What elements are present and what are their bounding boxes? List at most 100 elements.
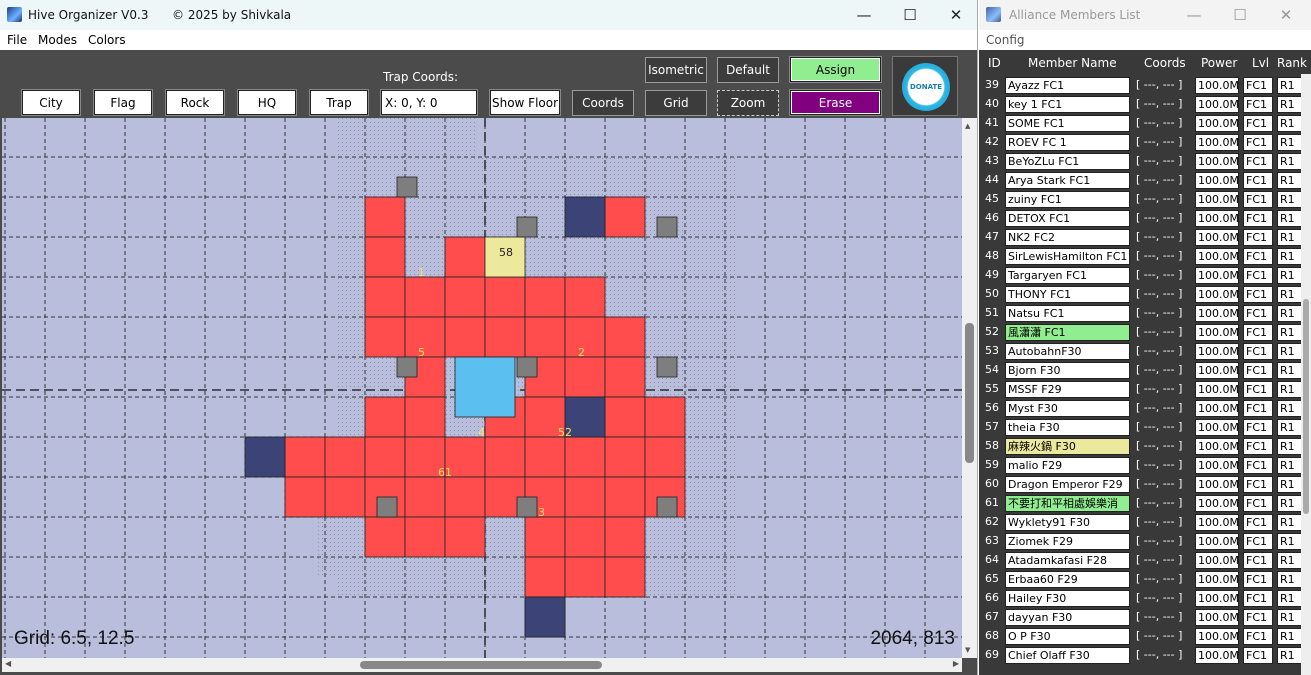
member-coords-field[interactable]: [ ---, --- ] — [1134, 533, 1191, 550]
member-coords-field[interactable]: [ ---, --- ] — [1134, 191, 1191, 208]
city-tile[interactable] — [404, 276, 446, 318]
member-power-field[interactable]: 100.0M — [1195, 324, 1239, 341]
member-level-field[interactable]: FC1 — [1243, 248, 1273, 265]
member-coords-field[interactable]: [ ---, --- ] — [1134, 343, 1191, 360]
grid-toggle[interactable]: Grid — [645, 90, 707, 116]
city-tile[interactable] — [524, 276, 566, 318]
member-power-field[interactable]: 100.0M — [1195, 172, 1239, 189]
member-rank-field[interactable]: R1 — [1277, 210, 1302, 227]
member-rank-field[interactable]: R1 — [1277, 419, 1302, 436]
member-level-field[interactable]: FC1 — [1243, 495, 1273, 512]
member-level-field[interactable]: FC1 — [1243, 229, 1273, 246]
zoom-toggle[interactable]: Zoom — [717, 90, 779, 116]
city-tile[interactable] — [444, 516, 486, 558]
city-tile[interactable] — [524, 316, 566, 358]
member-level-field[interactable]: FC1 — [1243, 115, 1273, 132]
member-rank-field[interactable]: R1 — [1277, 609, 1302, 626]
member-level-field[interactable]: FC1 — [1243, 457, 1273, 474]
member-power-field[interactable]: 100.0M — [1195, 305, 1239, 322]
member-level-field[interactable]: FC1 — [1243, 286, 1273, 303]
member-power-field[interactable]: 100.0M — [1195, 362, 1239, 379]
member-name-field[interactable]: NK2 FC2 — [1005, 229, 1130, 246]
member-row[interactable]: 60 Dragon Emperor F29[ ---, --- ] 100.0M FC… — [979, 475, 1302, 494]
member-rank-field[interactable]: R1 — [1277, 590, 1302, 607]
trap-button[interactable]: Trap — [310, 90, 368, 115]
vertical-scroll-thumb[interactable] — [965, 323, 974, 463]
member-row[interactable]: 43 BeYoZLu FC1[ ---, --- ] 100.0M FC1 R1 — [979, 152, 1302, 171]
city-tile[interactable] — [284, 436, 326, 478]
member-level-field[interactable]: FC1 — [1243, 476, 1273, 493]
flag-tile[interactable] — [656, 496, 678, 518]
member-power-field[interactable]: 100.0M — [1195, 533, 1239, 550]
rock-tile[interactable] — [564, 196, 606, 238]
member-power-field[interactable]: 100.0M — [1195, 267, 1239, 284]
member-row[interactable]: 61 不要打和平相處娛樂消[ ---, --- ] 100.0M FC1 R1 — [979, 494, 1302, 513]
member-name-field[interactable]: theia F30 — [1005, 419, 1130, 436]
member-level-field[interactable]: FC1 — [1243, 210, 1273, 227]
member-rank-field[interactable]: R1 — [1277, 438, 1302, 455]
member-name-field[interactable]: Bjorn F30 — [1005, 362, 1130, 379]
minimize-button[interactable]: — — [841, 0, 887, 30]
city-tile[interactable] — [644, 396, 686, 438]
rock-tile[interactable] — [244, 436, 286, 478]
member-power-field[interactable]: 100.0M — [1195, 647, 1239, 664]
member-name-field[interactable]: Erbaa60 F29 — [1005, 571, 1130, 588]
member-rank-field[interactable]: R1 — [1277, 571, 1302, 588]
member-coords-field[interactable]: [ ---, --- ] — [1134, 96, 1191, 113]
member-level-field[interactable]: FC1 — [1243, 552, 1273, 569]
member-name-field[interactable]: AutobahnF30 — [1005, 343, 1130, 360]
member-power-field[interactable]: 100.0M — [1195, 514, 1239, 531]
member-coords-field[interactable]: [ ---, --- ] — [1134, 77, 1191, 94]
city-button[interactable]: City — [22, 90, 80, 115]
hive-map[interactable]: 1585 24 52613 — [2, 118, 962, 658]
member-row[interactable]: 53 AutobahnF30[ ---, --- ] 100.0M FC1 R1 — [979, 342, 1302, 361]
show-floor-button[interactable]: Show Floor — [490, 90, 560, 115]
member-rank-field[interactable]: R1 — [1277, 400, 1302, 417]
member-name-field[interactable]: SOME FC1 — [1005, 115, 1130, 132]
member-name-field[interactable]: O P F30 — [1005, 628, 1130, 645]
flag-tile[interactable] — [656, 356, 678, 378]
member-power-field[interactable]: 100.0M — [1195, 115, 1239, 132]
member-rank-field[interactable]: R1 — [1277, 96, 1302, 113]
city-tile[interactable] — [564, 436, 606, 478]
city-tile[interactable] — [604, 316, 646, 358]
member-power-field[interactable]: 100.0M — [1195, 628, 1239, 645]
member-row[interactable]: 62 Wyklety91 F30[ ---, --- ] 100.0M FC1 R1 — [979, 513, 1302, 532]
member-coords-field[interactable]: [ ---, --- ] — [1134, 153, 1191, 170]
city-tile[interactable] — [404, 516, 446, 558]
member-rank-field[interactable]: R1 — [1277, 172, 1302, 189]
member-row[interactable]: 42 ROEV FC 1[ ---, --- ] 100.0M FC1 R1 — [979, 133, 1302, 152]
member-level-field[interactable]: FC1 — [1243, 172, 1273, 189]
member-name-field[interactable]: dayyan F30 — [1005, 609, 1130, 626]
member-power-field[interactable]: 100.0M — [1195, 495, 1239, 512]
member-name-field[interactable]: Dragon Emperor F29 — [1005, 476, 1130, 493]
flag-tile[interactable] — [396, 356, 418, 378]
member-coords-field[interactable]: [ ---, --- ] — [1134, 248, 1191, 265]
city-tile[interactable] — [444, 276, 486, 318]
member-coords-field[interactable]: [ ---, --- ] — [1134, 647, 1191, 664]
member-name-field[interactable]: zuiny FC1 — [1005, 191, 1130, 208]
city-tile[interactable] — [364, 436, 406, 478]
member-rank-field[interactable]: R1 — [1277, 457, 1302, 474]
member-power-field[interactable]: 100.0M — [1195, 476, 1239, 493]
member-power-field[interactable]: 100.0M — [1195, 400, 1239, 417]
member-coords-field[interactable]: [ ---, --- ] — [1134, 514, 1191, 531]
city-tile[interactable] — [564, 476, 606, 518]
member-name-field[interactable]: malio F29 — [1005, 457, 1130, 474]
member-power-field[interactable]: 100.0M — [1195, 590, 1239, 607]
member-row[interactable]: 58 麻辣火鍋 F30[ ---, --- ] 100.0M FC1 R1 — [979, 437, 1302, 456]
member-coords-field[interactable]: [ ---, --- ] — [1134, 305, 1191, 322]
member-coords-field[interactable]: [ ---, --- ] — [1134, 590, 1191, 607]
rock-button[interactable]: Rock — [166, 90, 224, 115]
flag-tile[interactable] — [516, 216, 538, 238]
member-rank-field[interactable]: R1 — [1277, 115, 1302, 132]
member-rank-field[interactable]: R1 — [1277, 495, 1302, 512]
city-tile[interactable] — [524, 556, 566, 598]
member-coords-field[interactable]: [ ---, --- ] — [1134, 381, 1191, 398]
menu-file[interactable]: File — [7, 33, 27, 47]
member-coords-field[interactable]: [ ---, --- ] — [1134, 172, 1191, 189]
assign-button[interactable]: Assign — [790, 57, 881, 82]
members-scroll-thumb[interactable] — [1303, 299, 1309, 514]
city-tile[interactable] — [484, 436, 526, 478]
city-tile[interactable] — [444, 236, 486, 278]
